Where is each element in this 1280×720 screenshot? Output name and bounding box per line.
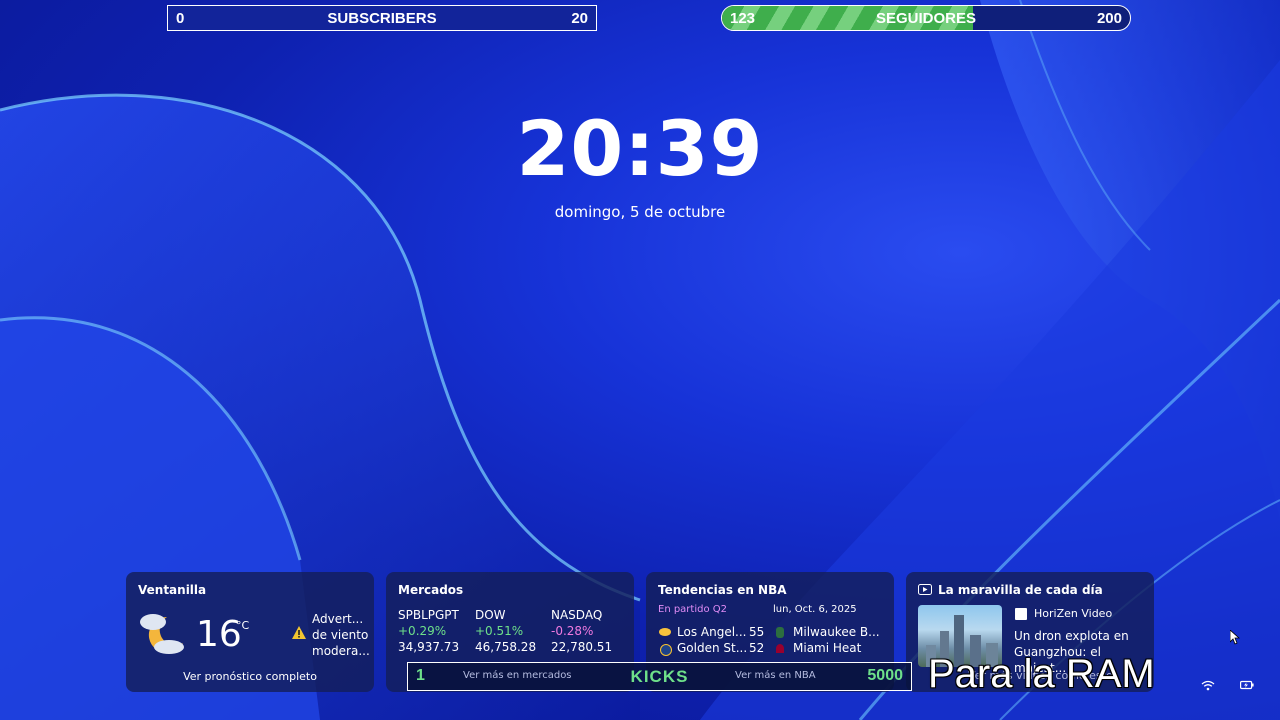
weather-unit: °C	[236, 619, 250, 632]
nba-team-other1[interactable]: Milwaukee B...	[793, 625, 880, 639]
seguidores-progress-fill	[722, 6, 973, 30]
source-logo-icon	[1015, 608, 1027, 620]
wifi-icon[interactable]	[1201, 680, 1215, 691]
news-title: La maravilla de cada día	[938, 583, 1103, 597]
market-name: DOW	[475, 608, 506, 622]
market-value: 46,758.28	[475, 640, 537, 654]
nba-game-status: En partido Q2	[658, 604, 727, 615]
nba-title: Tendencias en NBA	[658, 583, 787, 597]
weather-widget[interactable]: Ventanilla 16 °C Advert... de viento mod…	[126, 572, 374, 692]
seguidores-counter: 123 SEGUIDORES 200	[721, 5, 1131, 31]
mouse-cursor-icon	[1230, 630, 1240, 645]
subscribers-min: 0	[176, 9, 185, 27]
seguidores-current: 123	[730, 9, 756, 27]
kicks-max: 5000	[867, 667, 903, 684]
lock-time: 20:39	[516, 104, 764, 193]
bucks-logo-icon	[776, 627, 784, 638]
heat-logo-icon	[776, 644, 784, 653]
weather-temperature: 16	[196, 614, 242, 655]
kicks-label: KICKS	[630, 667, 689, 686]
subscribers-counter: 0 SUBSCRIBERS 20	[167, 5, 597, 31]
battery-charging-icon[interactable]	[1240, 680, 1254, 690]
market-change: +0.51%	[475, 624, 524, 638]
market-value: 22,780.51	[551, 640, 613, 654]
nba-score-away: 52	[749, 641, 765, 655]
market-value: 34,937.73	[398, 640, 460, 654]
nba-team-home[interactable]: Los Angel...	[677, 625, 746, 639]
partly-cloudy-night-icon	[140, 614, 184, 654]
weather-alert-line: modera...	[312, 644, 370, 658]
nba-more-link[interactable]: Ver más en NBA	[735, 670, 816, 681]
weather-alert-line: Advert...	[312, 612, 364, 626]
weather-title: Ventanilla	[138, 583, 207, 597]
subscribers-max: 20	[571, 9, 588, 27]
lock-date: domingo, 5 de octubre	[554, 203, 726, 221]
kicks-counter: 1 Ver más en mercados KICKS Ver más en N…	[407, 662, 912, 691]
market-item-dow[interactable]: DOW +0.51% 46,758.28	[475, 607, 536, 655]
news-headline-line: Un dron explota en	[1014, 629, 1129, 643]
warning-icon	[292, 626, 306, 639]
weather-alert-line: de viento	[312, 628, 369, 642]
warriors-logo-icon	[660, 644, 672, 656]
subscribers-label: SUBSCRIBERS	[327, 9, 437, 27]
market-name: SPBLPGPT	[398, 608, 459, 622]
weather-forecast-link[interactable]: Ver pronóstico completo	[126, 670, 374, 683]
nba-team-other2[interactable]: Miami Heat	[793, 641, 861, 655]
overlay-caption: Para la RAM	[928, 652, 1155, 696]
market-change: -0.28%	[551, 624, 594, 638]
nba-score-home: 55	[749, 625, 765, 639]
seguidores-max: 200	[1096, 9, 1122, 27]
market-item-spblpgpt[interactable]: SPBLPGPT +0.29% 34,937.73	[398, 607, 459, 655]
market-name: NASDAQ	[551, 608, 603, 622]
lakers-logo-icon	[659, 628, 671, 636]
nba-team-away[interactable]: Golden St...	[677, 641, 747, 655]
market-item-nasdaq[interactable]: NASDAQ -0.28% 22,780.51	[551, 607, 612, 655]
market-change: +0.29%	[398, 624, 447, 638]
markets-title: Mercados	[398, 583, 464, 597]
news-source: HoriZen Video	[1034, 607, 1113, 620]
video-icon	[918, 584, 932, 595]
weather-alert[interactable]: Advert... de viento modera...	[312, 611, 370, 659]
nba-game-date: lun, Oct. 6, 2025	[773, 604, 857, 615]
